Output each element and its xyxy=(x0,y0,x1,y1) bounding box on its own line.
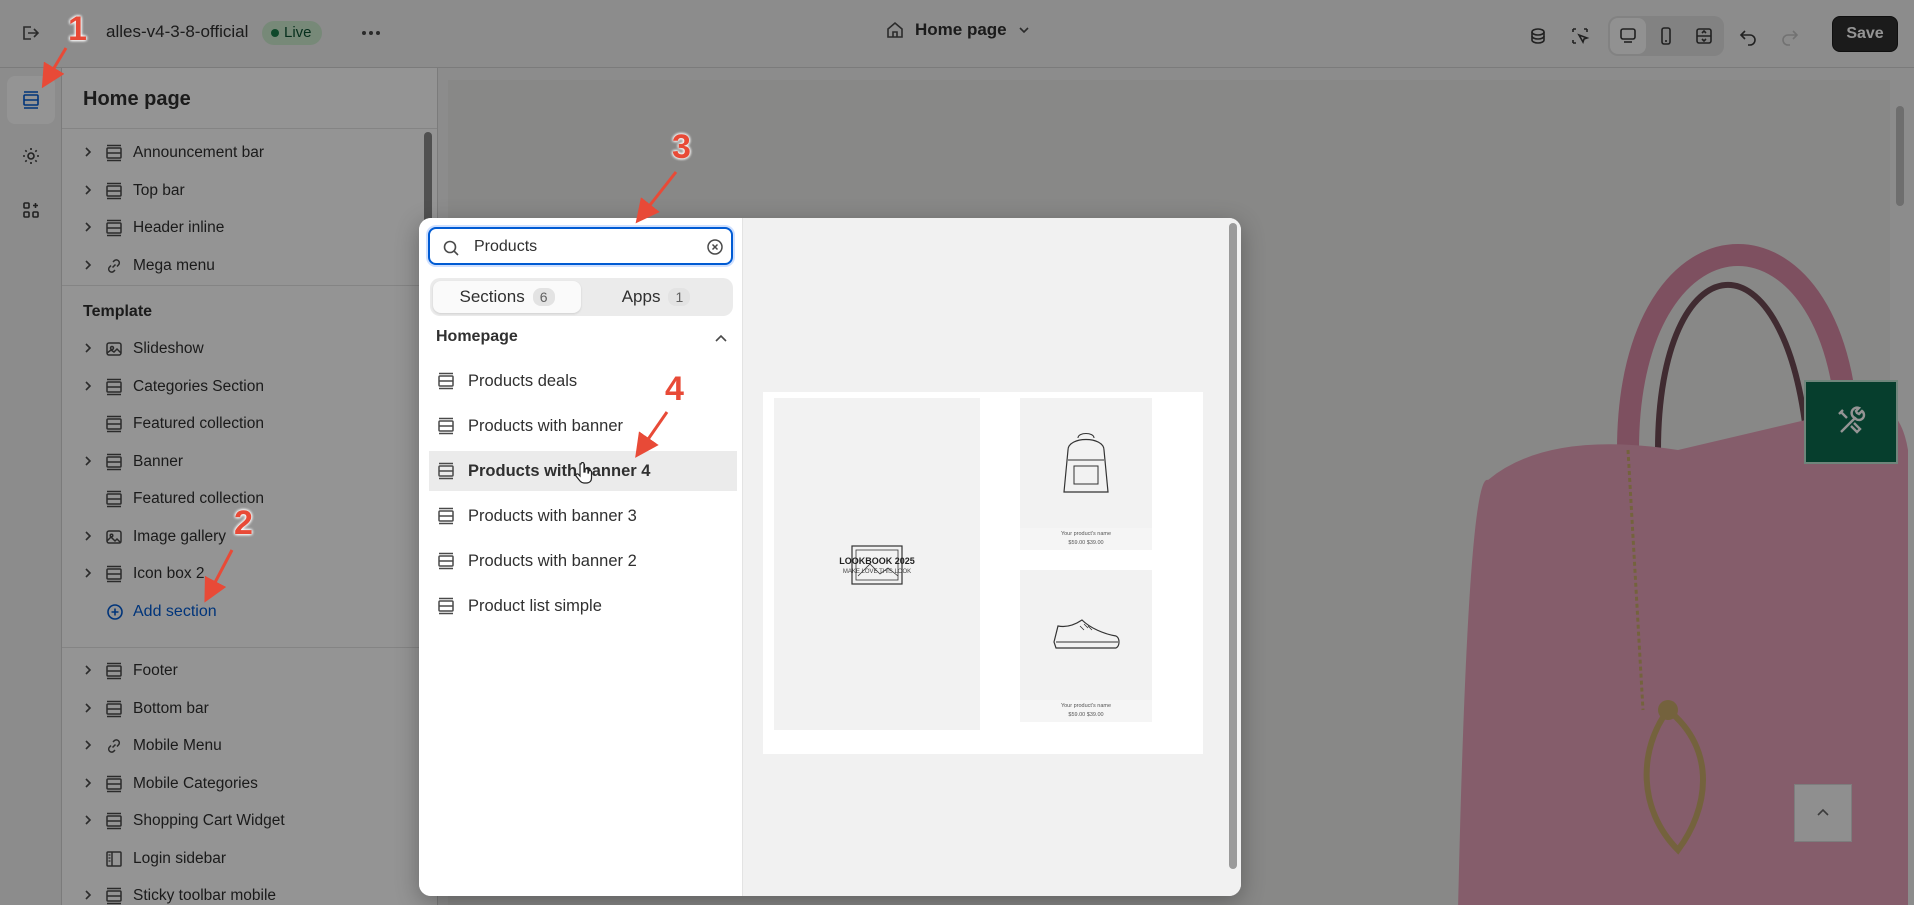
annotation-arrows xyxy=(41,47,678,603)
annotation-arrow-1 xyxy=(41,47,68,89)
annotation-arrow-2 xyxy=(204,549,234,603)
annotation-arrow-4 xyxy=(635,411,669,458)
annotation-label-2: 2 xyxy=(234,504,253,542)
annotation-label-4: 4 xyxy=(665,370,684,408)
annotation-arrow-3 xyxy=(635,171,678,224)
annotation-label-3: 3 xyxy=(672,128,691,166)
annotation-label-1: 1 xyxy=(68,10,87,48)
